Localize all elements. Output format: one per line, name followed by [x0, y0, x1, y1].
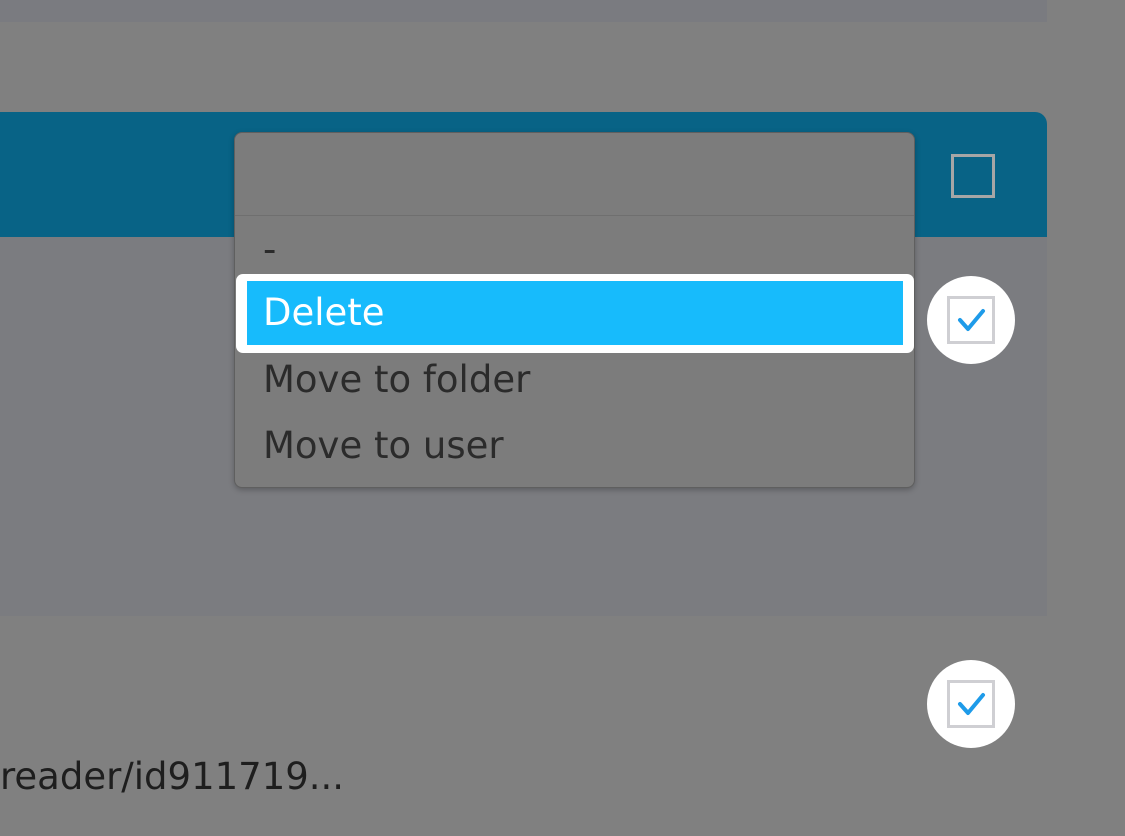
row-1-checkbox-highlight	[927, 276, 1015, 364]
check-icon	[958, 309, 985, 331]
row-1-checkbox[interactable]	[947, 296, 995, 344]
row-2-checkbox[interactable]	[947, 680, 995, 728]
select-all-checkbox[interactable]	[951, 154, 995, 198]
row-2-checkbox-highlight	[927, 660, 1015, 748]
top-strip	[0, 0, 1047, 22]
row-2-path-text[interactable]: reader/id911719...	[0, 752, 344, 802]
check-icon	[958, 693, 985, 715]
dropdown-option-move-to-user[interactable]: Move to user	[235, 413, 914, 479]
bulk-action-select-field[interactable]	[235, 133, 914, 216]
dropdown-option-move-to-folder[interactable]: Move to folder	[235, 347, 914, 413]
dropdown-option-delete[interactable]: Delete	[247, 281, 903, 345]
